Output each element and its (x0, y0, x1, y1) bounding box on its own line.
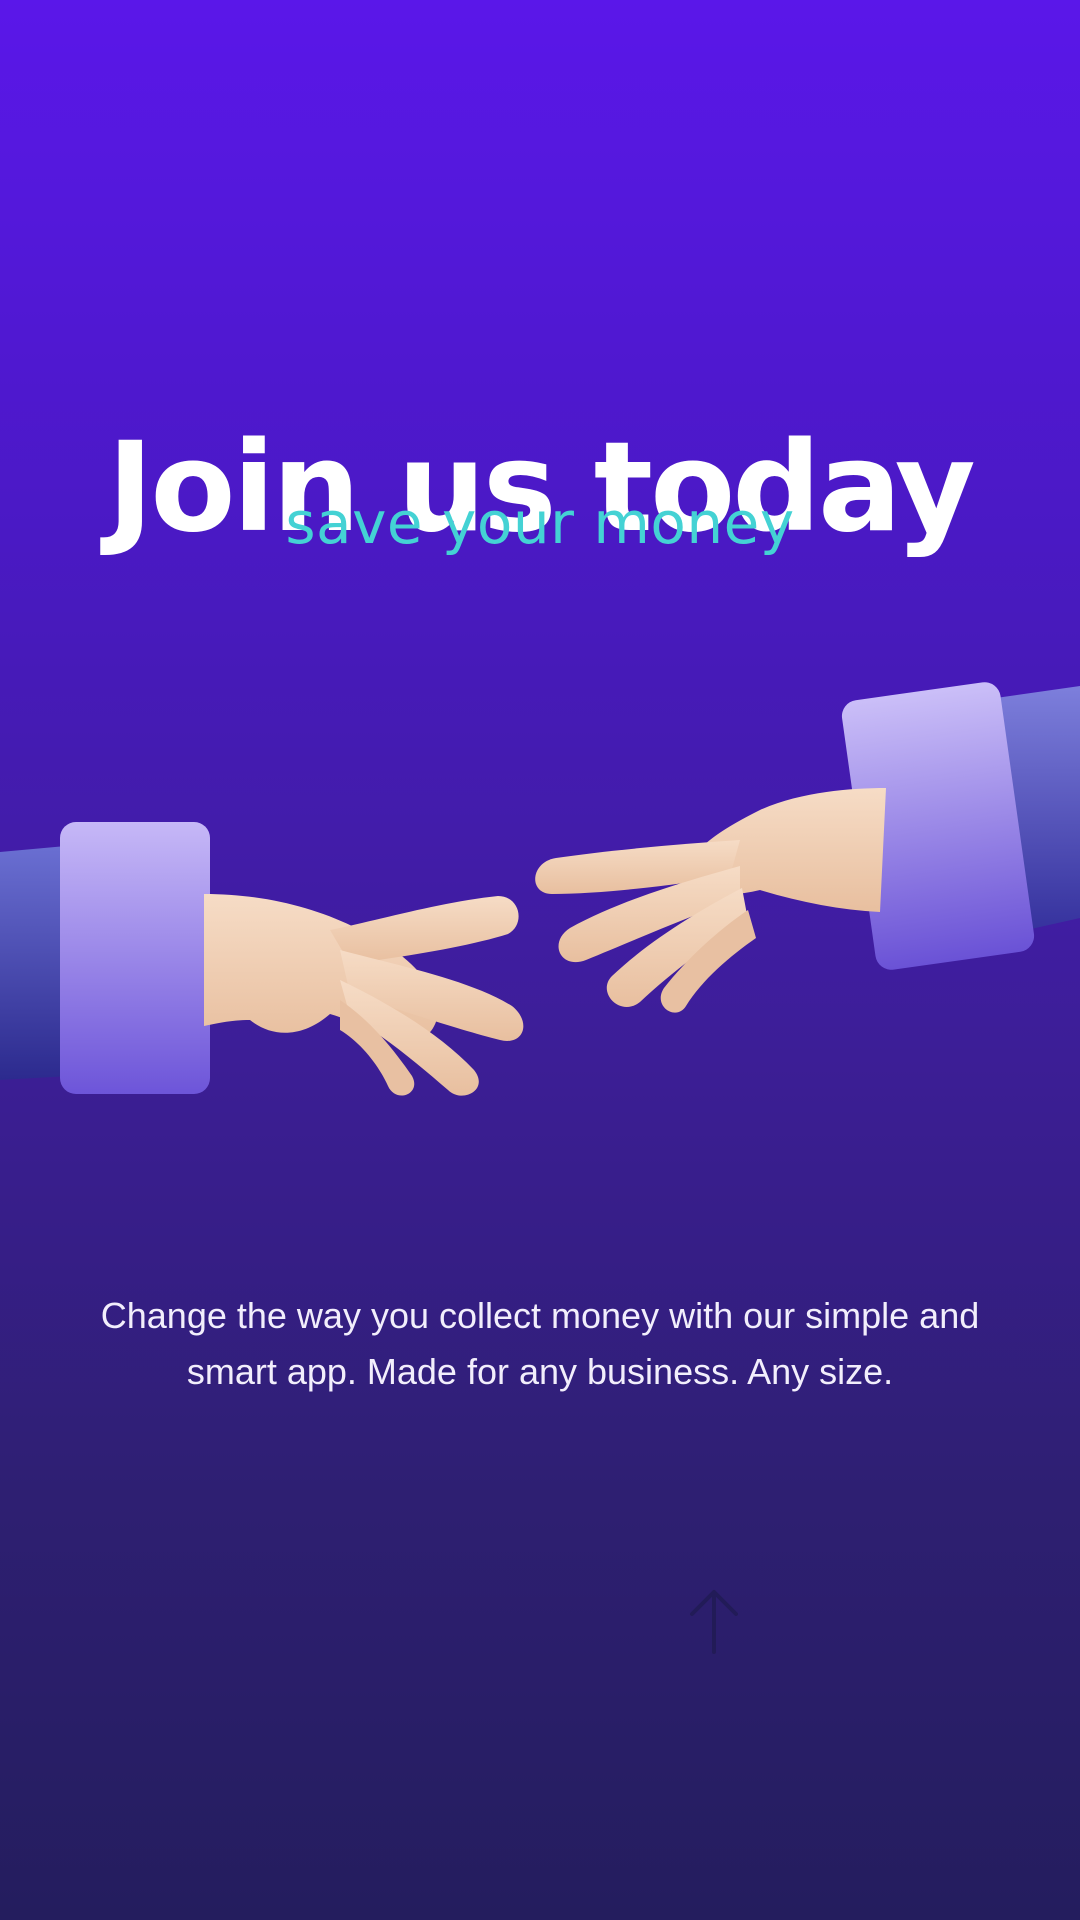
right-hand (535, 682, 1080, 1013)
handshake-hands-illustration (0, 682, 1080, 1096)
left-hand (0, 822, 524, 1096)
onboarding-screen: Join us today save your money Change the… (0, 0, 1080, 1920)
arrow-up-icon[interactable] (686, 1586, 742, 1654)
description-text: Change the way you collect money with ou… (100, 1295, 980, 1392)
page-subtitle: save your money (285, 489, 795, 557)
